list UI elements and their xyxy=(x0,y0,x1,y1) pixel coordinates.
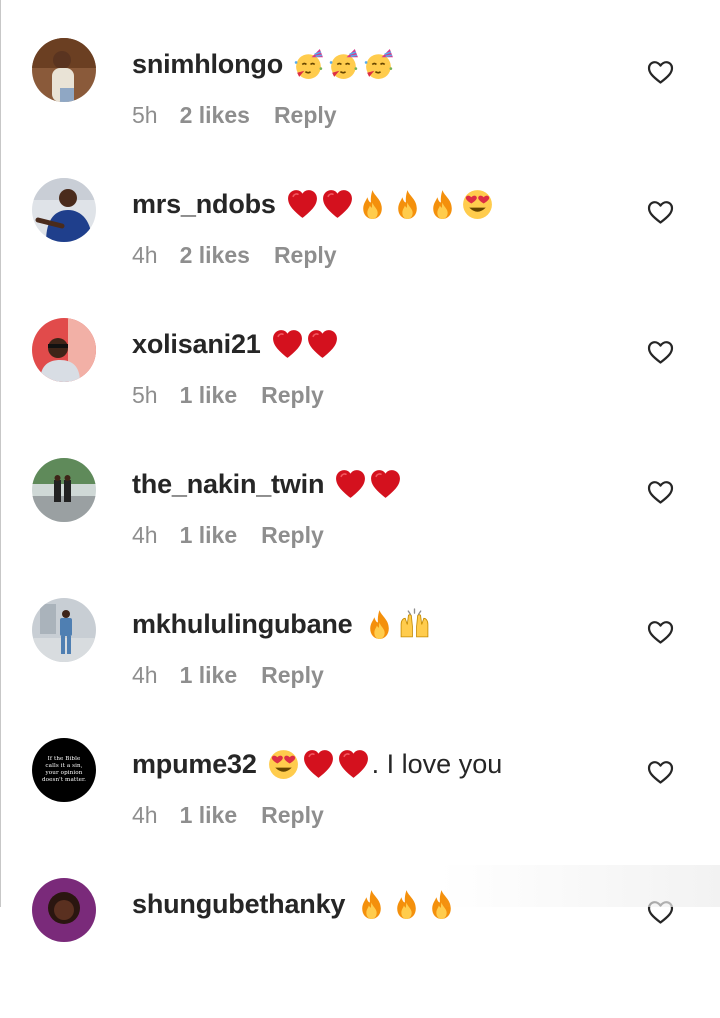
avatar[interactable] xyxy=(32,38,96,102)
likes-count-link[interactable]: 1 like xyxy=(180,382,238,409)
like-heart-icon[interactable] xyxy=(647,200,674,225)
red-heart-emoji xyxy=(334,468,367,501)
avatar[interactable] xyxy=(32,598,96,662)
comment-body: shungubethanky xyxy=(132,886,458,922)
comment-emojis xyxy=(267,748,370,781)
red-heart-emoji xyxy=(337,748,370,781)
avatar[interactable] xyxy=(32,178,96,242)
likes-count-link[interactable]: 2 likes xyxy=(180,102,250,129)
avatar[interactable] xyxy=(32,318,96,382)
username-link[interactable]: the_nakin_twin xyxy=(132,469,324,500)
like-heart-icon[interactable] xyxy=(647,620,674,645)
comment-time: 4h xyxy=(132,802,158,828)
comment-time: 4h xyxy=(132,522,158,548)
heart-eyes-emoji xyxy=(461,188,494,221)
red-heart-emoji xyxy=(286,188,319,221)
like-heart-icon[interactable] xyxy=(647,60,674,85)
comment-item: xolisani21 5h 1 like Reply xyxy=(0,318,720,458)
comment-item: snimhlongo 5h 2 likes Reply xyxy=(0,38,720,178)
reply-button[interactable]: Reply xyxy=(261,802,324,829)
comment-meta: 4h 1 like Reply xyxy=(132,802,324,829)
avatar-caption-line: your opinion xyxy=(45,770,83,776)
heart-eyes-emoji xyxy=(267,748,300,781)
likes-count-link[interactable]: 1 like xyxy=(180,522,238,549)
likes-count-link[interactable]: 1 like xyxy=(180,662,238,689)
comment-time: 4h xyxy=(132,242,158,268)
red-heart-emoji xyxy=(302,748,335,781)
comment-emojis xyxy=(271,328,339,361)
comment-body: the_nakin_twin xyxy=(132,466,402,502)
raising-hands-emoji xyxy=(398,607,431,641)
comment-time: 5h xyxy=(132,382,158,408)
username-link[interactable]: snimhlongo xyxy=(132,49,283,80)
fire-emoji xyxy=(391,188,424,221)
username-link[interactable]: mpume32 xyxy=(132,749,257,780)
comment-body: xolisani21 xyxy=(132,326,339,362)
comment-time: 4h xyxy=(132,662,158,688)
comment-item: the_nakin_twin 4h 1 like Reply xyxy=(0,458,720,598)
comment-body: snimhlongo xyxy=(132,46,396,82)
comment-text: . I love you xyxy=(371,748,503,779)
comment-meta: 4h 1 like Reply xyxy=(132,522,324,549)
avatar[interactable]: If the Bible calls it a sin, your opinion d… xyxy=(32,738,96,802)
reply-button[interactable]: Reply xyxy=(261,522,324,549)
comment-meta: 4h 1 like Reply xyxy=(132,662,324,689)
comment-emojis xyxy=(334,468,402,501)
red-heart-emoji xyxy=(321,188,354,221)
avatar[interactable] xyxy=(32,458,96,522)
fire-emoji xyxy=(426,188,459,221)
fire-emoji xyxy=(363,608,396,641)
fire-emoji xyxy=(390,888,423,921)
reply-button[interactable]: Reply xyxy=(274,102,337,129)
username-link[interactable]: shungubethanky xyxy=(132,889,345,920)
like-heart-icon[interactable] xyxy=(647,480,674,505)
likes-count-link[interactable]: 1 like xyxy=(180,802,238,829)
comment-item: mkhululingubane 4h 1 like Reply xyxy=(0,598,720,738)
username-link[interactable]: xolisani21 xyxy=(132,329,261,360)
partying-face-emoji xyxy=(328,48,361,81)
avatar-caption-line: If the Bible xyxy=(47,756,81,762)
partying-face-emoji xyxy=(363,48,396,81)
comment-emojis xyxy=(286,188,494,221)
comment-meta: 5h 1 like Reply xyxy=(132,382,324,409)
comment-body: mpume32 . I love you xyxy=(132,746,502,782)
likes-count-link[interactable]: 2 likes xyxy=(180,242,250,269)
comment-body: mrs_ndobs xyxy=(132,186,494,222)
red-heart-emoji xyxy=(306,328,339,361)
comment-time: 5h xyxy=(132,102,158,128)
fire-emoji xyxy=(356,188,389,221)
reply-button[interactable]: Reply xyxy=(274,242,337,269)
reply-button[interactable]: Reply xyxy=(261,662,324,689)
avatar-caption-line: doesn't matter. xyxy=(41,777,87,783)
username-link[interactable]: mrs_ndobs xyxy=(132,189,276,220)
comment-meta: 4h 2 likes Reply xyxy=(132,242,337,269)
comment-meta: 5h 2 likes Reply xyxy=(132,102,337,129)
red-heart-emoji xyxy=(271,328,304,361)
comment-body: mkhululingubane xyxy=(132,606,431,642)
comment-emojis xyxy=(363,607,431,641)
comment-item: If the Bible calls it a sin, your opinion d… xyxy=(0,738,720,878)
fire-emoji xyxy=(355,888,388,921)
comment-emojis xyxy=(293,48,396,81)
avatar-caption-line: calls it a sin, xyxy=(45,763,83,769)
like-heart-icon[interactable] xyxy=(647,340,674,365)
avatar[interactable] xyxy=(32,878,96,942)
partying-face-emoji xyxy=(293,48,326,81)
like-heart-icon[interactable] xyxy=(647,760,674,785)
reply-button[interactable]: Reply xyxy=(261,382,324,409)
comment-item: mrs_ndobs 4h 2 likes Reply xyxy=(0,178,720,318)
username-link[interactable]: mkhululingubane xyxy=(132,609,353,640)
bottom-fade xyxy=(440,865,720,907)
red-heart-emoji xyxy=(369,468,402,501)
